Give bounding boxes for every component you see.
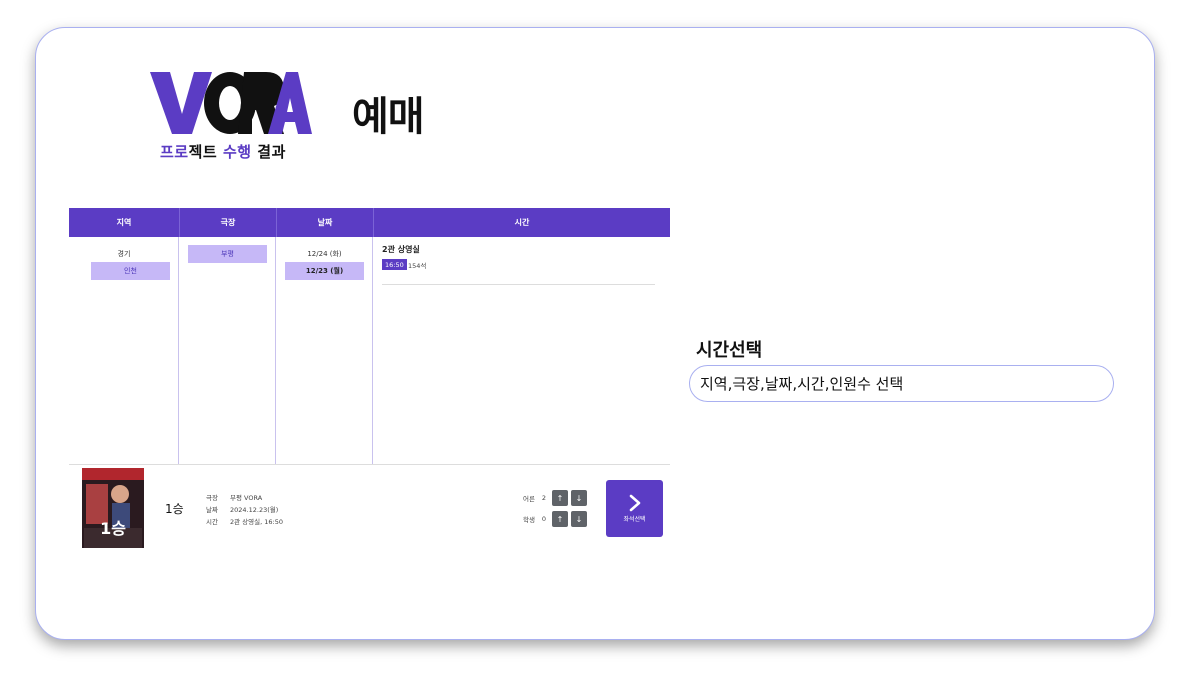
adult-count: 2 xyxy=(541,494,547,502)
showtime-badge[interactable]: 16:50 xyxy=(382,259,407,270)
student-increase-button[interactable]: ↑ xyxy=(552,511,568,527)
adult-counter: 어른 2 ↑ ↓ xyxy=(523,490,587,506)
summary-divider xyxy=(69,464,670,465)
info-value-time: 2관 상영실, 16:50 xyxy=(230,518,283,526)
info-value-theater: 부평 VORA xyxy=(230,494,263,502)
region-item-incheon[interactable]: 인천 xyxy=(91,262,170,280)
time-divider xyxy=(382,284,655,285)
theater-item-bupyeong[interactable]: 부평 xyxy=(188,245,267,263)
info-value-date: 2024.12.23(월) xyxy=(230,506,279,514)
info-label-time: 시간 xyxy=(206,518,218,526)
vora-logo xyxy=(150,72,312,134)
arrow-down-icon: ↓ xyxy=(575,493,583,503)
description-text: 지역,극장,날짜,시간,인원수 선택 xyxy=(700,375,904,393)
seat-select-button[interactable]: 좌석선택 xyxy=(606,480,663,537)
header-time: 시간 xyxy=(373,208,670,237)
screen-name: 2관 상영실 xyxy=(382,245,420,254)
time-column: 2관 상영실 16:50 154석 xyxy=(373,237,670,465)
header-date: 날짜 xyxy=(276,208,373,237)
page-title: 예매 xyxy=(352,94,425,140)
booking-info: 극장 부평 VORA 날짜 2024.12.23(월) 시간 2관 상영실, 16:5… xyxy=(206,492,283,528)
region-item-gyeonggi[interactable]: 경기 xyxy=(69,249,179,259)
region-column: 경기 인천 xyxy=(69,237,179,465)
theater-column: 부평 xyxy=(179,237,276,465)
student-counter: 학생 0 ↑ ↓ xyxy=(523,511,587,527)
arrow-up-icon: ↑ xyxy=(556,514,564,524)
logo-subtitle: 프로젝트 수행 결과 xyxy=(160,143,286,161)
student-decrease-button[interactable]: ↓ xyxy=(571,511,587,527)
poster-title: 1승 xyxy=(100,519,126,538)
student-label: 학생 xyxy=(523,516,535,524)
header-region: 지역 xyxy=(69,208,179,237)
description-box: 지역,극장,날짜,시간,인원수 선택 xyxy=(689,365,1114,402)
seat-count: 154석 xyxy=(408,262,427,270)
student-count: 0 xyxy=(541,515,547,523)
info-label-date: 날짜 xyxy=(206,506,218,514)
date-item-1223[interactable]: 12/23 (월) xyxy=(285,262,364,280)
section-title: 시간선택 xyxy=(696,340,763,361)
adult-increase-button[interactable]: ↑ xyxy=(552,490,568,506)
adult-decrease-button[interactable]: ↓ xyxy=(571,490,587,506)
movie-title: 1승 xyxy=(165,502,184,516)
adult-label: 어른 xyxy=(523,495,535,503)
booking-table: 지역 극장 날짜 시간 경기 인천 부평 12/24 (화) 12/23 (월)… xyxy=(69,208,670,465)
seat-select-label: 좌석선택 xyxy=(623,516,646,523)
arrow-down-icon: ↓ xyxy=(575,514,583,524)
info-label-theater: 극장 xyxy=(206,494,218,502)
date-column: 12/24 (화) 12/23 (월) xyxy=(276,237,373,465)
movie-poster: 1승 xyxy=(82,468,144,548)
arrow-up-icon: ↑ xyxy=(556,493,564,503)
date-item-1224[interactable]: 12/24 (화) xyxy=(276,249,373,259)
chevron-right-icon xyxy=(629,494,640,512)
header-theater: 극장 xyxy=(179,208,276,237)
